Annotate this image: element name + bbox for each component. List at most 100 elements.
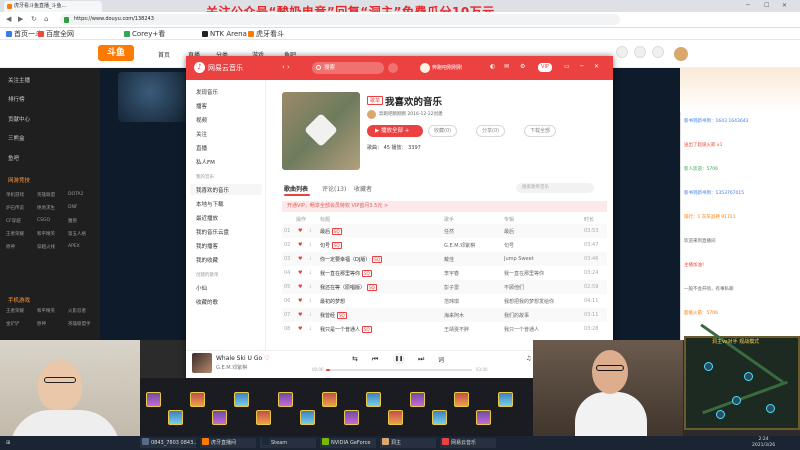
sidebar-item-rank[interactable]: 排行榜 xyxy=(8,95,25,103)
category-link[interactable]: DOTA2 xyxy=(68,192,83,197)
history-icon[interactable] xyxy=(616,46,628,58)
game-item-icon[interactable] xyxy=(322,392,337,407)
song-artist[interactable]: 王靖雯不胖 xyxy=(444,326,500,333)
music-sidebar-item[interactable]: 我喜欢的音乐 xyxy=(196,186,229,194)
song-artist[interactable]: 海来阿木 xyxy=(444,312,500,319)
music-sidebar-item[interactable]: 最近播放 xyxy=(196,214,218,222)
taskbar-app[interactable]: 网易云音乐 xyxy=(440,438,496,448)
url-field[interactable]: https://www.douyu.com/138243 xyxy=(60,14,620,25)
category-link[interactable]: 和平精英 xyxy=(37,231,55,237)
col-header-album[interactable]: 专辑 xyxy=(504,216,514,223)
taskbar-app[interactable]: 虎牙直播间 xyxy=(200,438,256,448)
next-icon[interactable]: ⏭ xyxy=(418,355,424,364)
pause-button[interactable]: ❚❚ xyxy=(393,353,405,365)
bookmark-item[interactable]: 首页一斗 xyxy=(6,30,42,38)
home-icon[interactable]: ⌂ xyxy=(44,15,48,23)
liked-heart-icon[interactable]: ♥ xyxy=(298,298,302,304)
lyric-button[interactable]: 词 xyxy=(438,355,444,364)
category-link[interactable]: 金铲铲 xyxy=(6,321,20,327)
category-link[interactable]: 炉石传说 xyxy=(6,205,24,211)
music-sidebar-item[interactable]: 视频 xyxy=(196,116,207,124)
liked-heart-icon[interactable]: ♥ xyxy=(298,242,302,248)
game-item-icon[interactable] xyxy=(168,410,183,425)
refresh-icon[interactable]: ↻ xyxy=(31,15,37,23)
download-icon[interactable]: ↓ xyxy=(308,284,312,290)
game-item-icon[interactable] xyxy=(146,392,161,407)
nav-home[interactable]: 首页 xyxy=(158,50,170,59)
song-album[interactable]: 我想把我的梦想发给你 xyxy=(504,298,578,305)
category-link[interactable]: 英雄联盟 xyxy=(37,192,55,198)
close-icon[interactable]: ✕ xyxy=(782,2,787,9)
category-link[interactable]: APEX xyxy=(68,244,80,249)
category-link[interactable]: 穿越火线 xyxy=(37,244,55,250)
sidebar-item-yuba[interactable]: 鱼吧 xyxy=(8,154,19,162)
follow-icon[interactable] xyxy=(634,46,646,58)
song-row[interactable]: 08 ♥ ↓ 我只是一个普通人 SQ 王靖雯不胖 我只一个普通人 03:28 xyxy=(282,322,607,336)
prev-icon[interactable]: ⏮ xyxy=(372,355,378,364)
download-icon[interactable]: ↓ xyxy=(308,298,312,304)
song-title[interactable]: 我曾经 SQ xyxy=(320,312,438,319)
download-icon[interactable]: ↓ xyxy=(308,256,312,262)
liked-heart-icon[interactable]: ♥ xyxy=(298,256,302,262)
col-header-artist[interactable]: 歌手 xyxy=(444,216,454,223)
song-artist[interactable]: 戴佳 xyxy=(444,256,500,263)
song-artist[interactable]: 任然 xyxy=(444,228,500,235)
liked-heart-icon[interactable]: ♥ xyxy=(298,228,302,234)
loop-icon[interactable]: ⇆ xyxy=(352,355,358,363)
song-artist[interactable]: 李宇春 xyxy=(444,270,500,277)
play-all-button[interactable]: ▶ 播放全部 + xyxy=(367,125,423,137)
category-link[interactable]: 魔兽 xyxy=(68,218,77,224)
category-link[interactable]: CF穿越 xyxy=(6,218,21,224)
download-icon[interactable]: ↓ xyxy=(308,228,312,234)
category-link[interactable]: 王者荣耀 xyxy=(6,308,24,314)
liked-heart-icon[interactable]: ♥ xyxy=(298,284,302,290)
song-album[interactable]: 我们的故事 xyxy=(504,312,578,319)
game-item-icon[interactable] xyxy=(366,392,381,407)
song-album[interactable]: 句号 xyxy=(504,242,578,249)
tab-collectors[interactable]: 收藏者 xyxy=(354,184,372,193)
song-title[interactable]: 我只是一个普通人 SQ xyxy=(320,326,438,333)
game-item-icon[interactable] xyxy=(234,392,249,407)
music-search-input[interactable]: 搜索 xyxy=(312,62,384,74)
mini-mode-icon[interactable]: ▭ xyxy=(564,63,570,70)
song-title[interactable]: 我一直在那里等你 SQ xyxy=(320,270,438,277)
song-album[interactable]: Jump Sweet xyxy=(504,256,578,262)
song-artist[interactable]: G.E.M.邓紫棋 xyxy=(444,242,500,249)
sidebar-item-contrib[interactable]: 贡献中心 xyxy=(8,115,30,123)
music-sidebar-item[interactable]: 我的音乐云盘 xyxy=(196,228,229,236)
download-icon[interactable]: ↓ xyxy=(308,270,312,276)
game-item-icon[interactable] xyxy=(476,410,491,425)
taskbar-clock[interactable]: 2:24 2021/3/26 xyxy=(752,437,775,449)
liked-heart-icon[interactable]: ♥ xyxy=(298,312,302,318)
close-icon[interactable]: ✕ xyxy=(594,63,599,70)
music-sidebar-item[interactable]: 直播 xyxy=(196,144,207,152)
song-row[interactable]: 06 ♥ ↓ 最初的梦想 范玮琪 我想把我的梦想发给你 04:11 xyxy=(282,294,607,308)
quality-icon[interactable]: ♫ xyxy=(526,355,531,362)
game-item-icon[interactable] xyxy=(454,392,469,407)
settings-icon[interactable]: ⚙ xyxy=(520,63,525,70)
song-row[interactable]: 05 ♥ ↓ 我还在等（原唱版） SQ 彭子雷 不顾他们 02:59 xyxy=(282,280,607,294)
category-link[interactable]: 王者荣耀 xyxy=(6,231,24,237)
tab-comments[interactable]: 评论(13) xyxy=(322,184,346,193)
download-all-button[interactable]: 下载全部 xyxy=(524,125,557,137)
music-sidebar-item[interactable]: 本地与下载 xyxy=(196,200,224,208)
music-sidebar-item[interactable]: 我的播客 xyxy=(196,242,218,250)
game-item-icon[interactable] xyxy=(278,392,293,407)
game-item-icon[interactable] xyxy=(212,410,227,425)
col-header-time[interactable]: 时长 xyxy=(584,216,594,223)
song-artist[interactable]: 彭子雷 xyxy=(444,284,500,291)
col-header-title[interactable]: 标题 xyxy=(320,216,330,223)
music-sidebar-item[interactable]: 小仙 xyxy=(196,284,207,292)
progress-bar[interactable] xyxy=(326,369,472,371)
minimize-icon[interactable]: ─ xyxy=(580,63,584,70)
game-item-icon[interactable] xyxy=(300,410,315,425)
music-sidebar-item[interactable]: 私人FM xyxy=(196,158,215,166)
download-icon[interactable]: ↓ xyxy=(308,312,312,318)
owner-avatar[interactable] xyxy=(367,110,376,119)
bookmark-item[interactable]: NTK Arena xyxy=(202,30,247,38)
music-back-forward-icon[interactable]: ‹ › xyxy=(282,63,290,71)
taskbar-app[interactable]: NVIDIA GeForce xyxy=(320,438,376,448)
taskbar-app[interactable]: 0843_7803 0843... xyxy=(140,438,196,448)
message-icon[interactable] xyxy=(652,46,664,58)
browser-tab[interactable]: 虎牙看斗鱼直播_斗鱼... xyxy=(4,1,102,12)
